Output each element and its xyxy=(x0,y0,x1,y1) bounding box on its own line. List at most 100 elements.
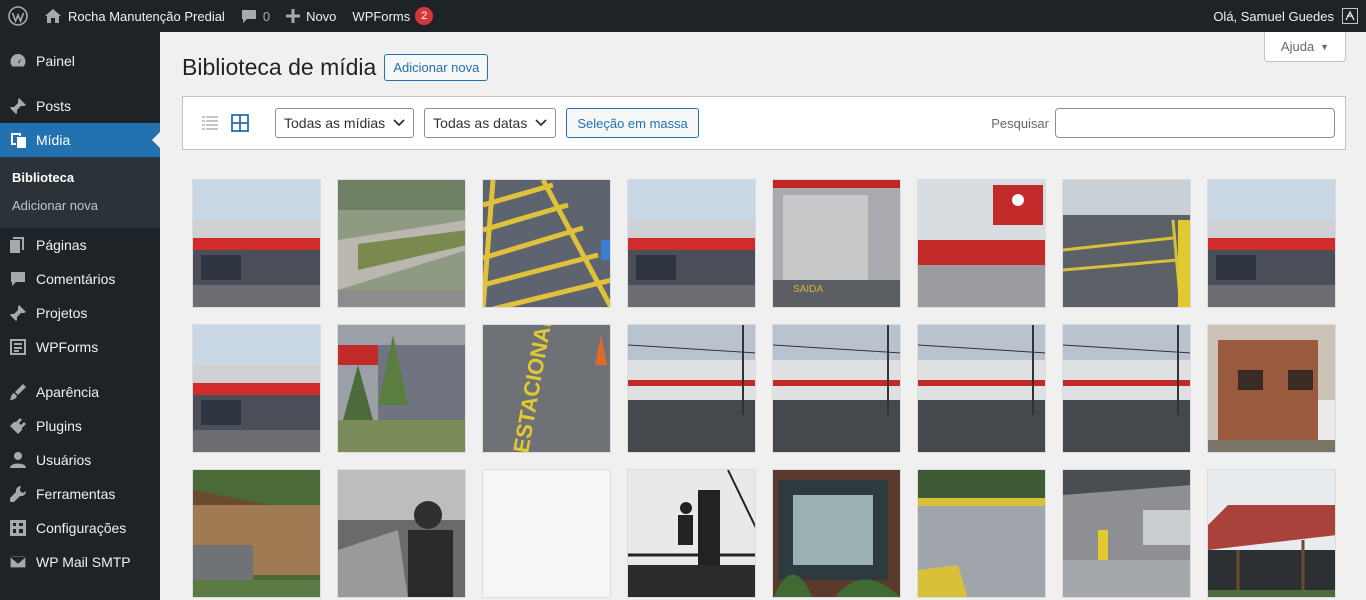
settings-icon xyxy=(8,518,28,538)
search-label: Pesquisar xyxy=(991,115,1049,131)
pages-icon xyxy=(8,235,28,255)
media-thumbnail[interactable] xyxy=(482,179,611,308)
add-new-button[interactable]: Adicionar nova xyxy=(384,54,489,81)
date-filter[interactable]: Todas as datas xyxy=(424,108,557,138)
media-preview-image xyxy=(483,470,610,597)
help-tab-button[interactable]: Ajuda ▼ xyxy=(1264,32,1346,62)
comment-bubble-icon xyxy=(241,9,257,24)
wordpress-logo-icon[interactable] xyxy=(0,0,36,32)
search-area: Pesquisar xyxy=(991,108,1335,138)
pin-icon xyxy=(8,96,28,116)
media-thumbnail[interactable] xyxy=(192,179,321,308)
media-thumbnail[interactable] xyxy=(772,324,901,453)
admin-sidebar: Painel Posts Mídia Biblioteca Adicionar … xyxy=(0,32,160,600)
new-content-link[interactable]: Novo xyxy=(278,0,344,32)
media-preview-image xyxy=(193,325,320,452)
media-thumbnail[interactable] xyxy=(1062,179,1191,308)
menu-item-ferramentas[interactable]: Ferramentas xyxy=(0,477,160,511)
media-thumbnail[interactable] xyxy=(772,469,901,598)
menu-item-posts[interactable]: Posts xyxy=(0,89,160,123)
media-preview-image xyxy=(628,325,755,452)
media-type-filter[interactable]: Todas as mídias xyxy=(275,108,415,138)
media-thumbnail[interactable] xyxy=(1062,469,1191,598)
media-preview-image xyxy=(773,470,900,597)
menu-item-aparencia[interactable]: Aparência xyxy=(0,375,160,409)
media-thumbnail[interactable] xyxy=(627,324,756,453)
menu-item-configuracoes[interactable]: Configurações xyxy=(0,511,160,545)
media-preview-image xyxy=(338,325,465,452)
media-preview-image xyxy=(338,470,465,597)
media-thumbnail[interactable]: ESTACIONAME xyxy=(482,324,611,453)
media-thumbnail[interactable] xyxy=(192,324,321,453)
media-preview-image: ESTACIONAME xyxy=(483,325,610,452)
home-icon xyxy=(44,8,62,24)
media-thumbnail[interactable] xyxy=(627,179,756,308)
media-thumbnail[interactable] xyxy=(917,324,1046,453)
media-preview-image xyxy=(1063,180,1190,307)
media-preview-image xyxy=(1208,325,1335,452)
media-thumbnail[interactable] xyxy=(482,469,611,598)
media-preview-image xyxy=(918,325,1045,452)
menu-item-plugins[interactable]: Plugins xyxy=(0,409,160,443)
search-input[interactable] xyxy=(1055,108,1335,138)
media-thumbnail[interactable] xyxy=(192,469,321,598)
chevron-down-icon xyxy=(535,119,547,127)
media-preview-image xyxy=(1063,470,1190,597)
media-thumbnail[interactable] xyxy=(627,469,756,598)
tools-icon xyxy=(8,484,28,504)
media-preview-image xyxy=(1208,180,1335,307)
media-preview-image xyxy=(628,180,755,307)
admin-bar: Rocha Manutenção Predial 0 Novo WPForms … xyxy=(0,0,1366,32)
forms-icon xyxy=(8,337,28,357)
media-thumbnail[interactable] xyxy=(1207,469,1336,598)
media-thumbnail[interactable] xyxy=(1207,179,1336,308)
plus-icon xyxy=(286,9,301,23)
bulk-select-button[interactable]: Seleção em massa xyxy=(566,108,699,138)
media-preview-image xyxy=(918,470,1045,597)
media-submenu: Biblioteca Adicionar nova xyxy=(0,157,160,228)
menu-item-painel[interactable]: Painel xyxy=(0,44,160,78)
submenu-item-biblioteca[interactable]: Biblioteca xyxy=(0,164,160,192)
media-thumbnail[interactable] xyxy=(337,179,466,308)
comments-link[interactable]: 0 xyxy=(233,0,278,32)
appearance-icon xyxy=(8,382,28,402)
media-preview-image xyxy=(193,180,320,307)
media-icon xyxy=(8,130,28,150)
media-preview-image xyxy=(483,180,610,307)
menu-item-paginas[interactable]: Páginas xyxy=(0,228,160,262)
wpforms-link[interactable]: WPForms 2 xyxy=(344,0,441,32)
media-preview-image xyxy=(773,325,900,452)
menu-item-wpforms[interactable]: WPForms xyxy=(0,330,160,364)
media-thumbnail[interactable] xyxy=(337,469,466,598)
grid-view-icon[interactable] xyxy=(229,112,251,134)
menu-item-midia[interactable]: Mídia xyxy=(0,123,160,157)
media-thumbnail[interactable] xyxy=(1207,324,1336,453)
media-thumbnail[interactable] xyxy=(917,179,1046,308)
media-thumbnail[interactable] xyxy=(917,469,1046,598)
caret-down-icon: ▼ xyxy=(1320,41,1330,52)
menu-item-usuarios[interactable]: Usuários xyxy=(0,443,160,477)
new-label: Novo xyxy=(306,8,337,24)
list-view-icon[interactable] xyxy=(199,112,221,134)
media-thumbnail[interactable] xyxy=(337,324,466,453)
media-toolbar: Todas as mídias Todas as datas Seleção e… xyxy=(182,96,1346,150)
user-greeting: Olá, Samuel Guedes xyxy=(1213,8,1334,24)
media-thumbnail[interactable] xyxy=(1062,324,1191,453)
view-switch xyxy=(199,112,251,134)
site-name-link[interactable]: Rocha Manutenção Predial xyxy=(36,0,233,32)
menu-item-wp-mail-smtp[interactable]: WP Mail SMTP xyxy=(0,545,160,579)
users-icon xyxy=(8,450,28,470)
wpforms-label: WPForms xyxy=(352,8,411,24)
site-name: Rocha Manutenção Predial xyxy=(68,8,225,24)
media-preview-image xyxy=(918,180,1045,307)
media-preview-image xyxy=(628,470,755,597)
wpforms-badge: 2 xyxy=(415,7,434,25)
menu-item-comentarios[interactable]: Comentários xyxy=(0,262,160,296)
user-account-link[interactable]: Olá, Samuel Guedes xyxy=(1205,0,1366,32)
main-content: Ajuda ▼ Biblioteca de mídia Adicionar no… xyxy=(160,32,1366,600)
page-header: Biblioteca de mídia Adicionar nova xyxy=(182,54,489,81)
menu-item-projetos[interactable]: Projetos xyxy=(0,296,160,330)
media-preview-image: SAIDA xyxy=(773,180,900,307)
submenu-item-adicionar-nova[interactable]: Adicionar nova xyxy=(0,192,160,220)
media-thumbnail[interactable]: SAIDA xyxy=(772,179,901,308)
